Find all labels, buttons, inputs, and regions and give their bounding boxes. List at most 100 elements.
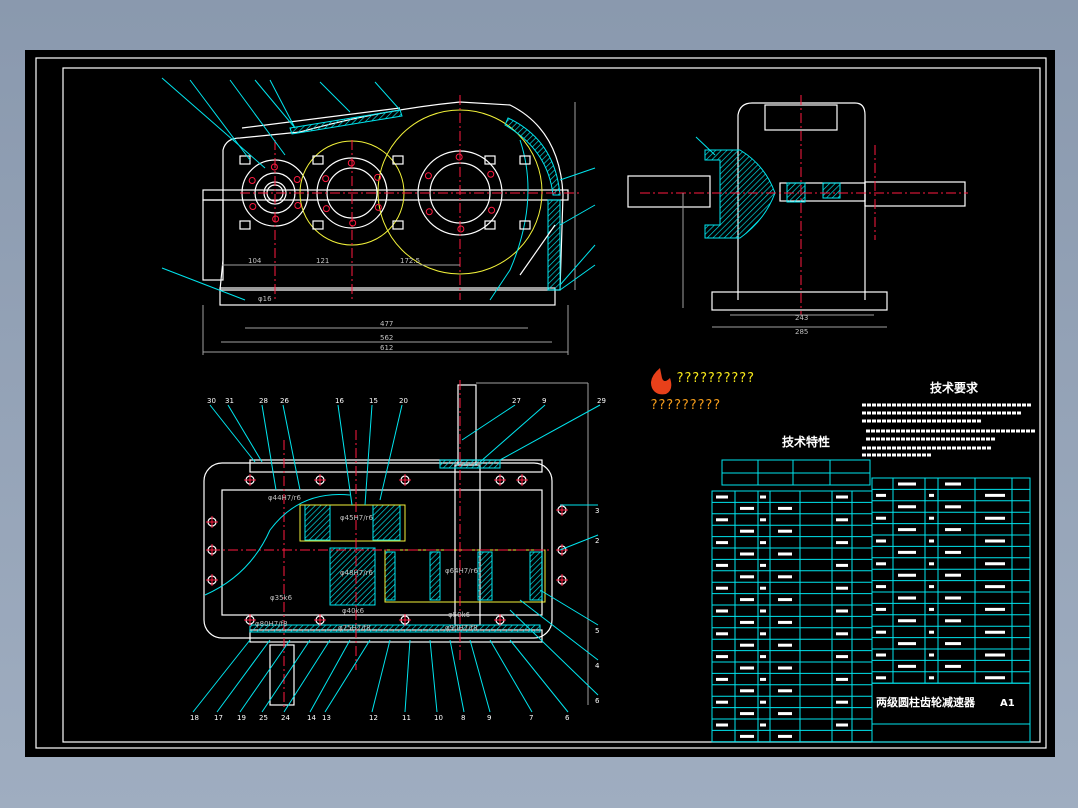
part-number: 20 bbox=[399, 397, 408, 405]
parts-list bbox=[711, 477, 1031, 743]
leader-line bbox=[499, 404, 601, 461]
part-number: 5 bbox=[595, 627, 599, 635]
leader-line bbox=[261, 639, 311, 713]
leader-line bbox=[209, 404, 256, 463]
dim-172-5: 172.5 bbox=[400, 257, 420, 265]
leader-line bbox=[449, 639, 465, 713]
part-number: 26 bbox=[280, 397, 289, 405]
bolt-hole bbox=[322, 205, 330, 213]
dim-104: 104 bbox=[248, 257, 262, 265]
part-number: 28 bbox=[259, 397, 268, 405]
fit-45: φ45H7/r6 bbox=[340, 514, 373, 522]
bolt-hole bbox=[248, 177, 256, 185]
part-number: 14 bbox=[307, 714, 316, 722]
leader-line bbox=[429, 639, 438, 713]
logo-text-line2: ????????? bbox=[650, 398, 720, 413]
leader-line bbox=[283, 639, 331, 713]
part-number: 17 bbox=[214, 714, 223, 722]
fit-48: φ48H7/r6 bbox=[340, 569, 373, 577]
bolt-hole bbox=[455, 153, 463, 161]
bolt-hole bbox=[457, 225, 465, 233]
dim-562: 562 bbox=[380, 334, 393, 342]
part-number: 31 bbox=[225, 397, 234, 405]
bolt-hole bbox=[294, 201, 302, 209]
leader-line bbox=[559, 534, 599, 551]
dim-121: 121 bbox=[316, 257, 329, 265]
leader-line bbox=[261, 404, 277, 491]
dim-285: 285 bbox=[795, 328, 808, 336]
bolt-hole bbox=[488, 206, 496, 214]
part-number: 9 bbox=[487, 714, 491, 722]
bolt-hole bbox=[293, 175, 301, 183]
title-block bbox=[871, 682, 1031, 743]
part-number: 16 bbox=[335, 397, 344, 405]
logo-text-line1: ?????????? bbox=[676, 371, 754, 386]
leader-line bbox=[461, 404, 516, 441]
drawing-sheet: 104 121 172.5 φ16 477 562 612 243 285 φ4… bbox=[25, 50, 1055, 757]
part-number: 25 bbox=[259, 714, 268, 722]
part-number: 18 bbox=[190, 714, 199, 722]
tech-requirements-text bbox=[862, 403, 1036, 457]
part-number: 4 bbox=[595, 662, 600, 670]
leader-line bbox=[379, 404, 403, 501]
dim-phi16: φ16 bbox=[258, 295, 272, 303]
leader-line bbox=[539, 589, 599, 626]
fit-80: φ80H7/f8 bbox=[255, 620, 288, 628]
bolt-hole bbox=[322, 175, 330, 183]
leader-line bbox=[404, 639, 411, 713]
leader-line bbox=[509, 639, 569, 713]
bolt bbox=[239, 220, 251, 230]
part-number: 10 bbox=[434, 714, 443, 722]
dim-243: 243 bbox=[795, 314, 808, 322]
fit-90: φ90H7/f8 bbox=[445, 624, 478, 632]
part-number: 7 bbox=[529, 714, 533, 722]
fit-50: φ50k6 bbox=[448, 611, 471, 619]
leader-line bbox=[192, 639, 251, 713]
bolt-hole bbox=[349, 219, 357, 227]
bolt-hole bbox=[487, 170, 495, 178]
fit-75: φ75H7/f8 bbox=[338, 624, 371, 632]
drawing-title: 两级圆柱齿轮减速器 bbox=[876, 695, 976, 709]
part-number: 2 bbox=[595, 537, 599, 545]
fit-40: φ40k6 bbox=[342, 607, 365, 615]
part-number: 8 bbox=[461, 714, 465, 722]
part-number: 19 bbox=[237, 714, 246, 722]
leader-line bbox=[371, 639, 391, 713]
sheet-size: A1 bbox=[1000, 698, 1015, 709]
logo: ?????????? ????????? bbox=[650, 368, 754, 413]
part-number: 11 bbox=[402, 714, 411, 722]
bolt-hole bbox=[425, 208, 433, 216]
part-number: 9 bbox=[542, 397, 546, 405]
fit-44: φ44H7/r6 bbox=[268, 494, 301, 502]
tech-specs-table bbox=[721, 459, 871, 486]
part-number: 15 bbox=[369, 397, 378, 405]
part-number: 27 bbox=[512, 397, 521, 405]
dim-477: 477 bbox=[380, 320, 393, 328]
part-number: 24 bbox=[281, 714, 290, 722]
leader-line bbox=[216, 639, 271, 713]
fit-35: φ35k6 bbox=[270, 594, 293, 602]
outer-frame bbox=[35, 57, 1047, 749]
leader-line bbox=[489, 639, 533, 713]
side-view: 243 285 bbox=[627, 95, 968, 336]
leader-line bbox=[309, 639, 351, 713]
bolt bbox=[312, 220, 324, 230]
leader-line bbox=[239, 639, 291, 713]
leader-line bbox=[324, 639, 371, 713]
part-number: 6 bbox=[595, 697, 600, 705]
fit-64: φ64H7/r6 bbox=[445, 567, 478, 575]
part-number: 29 bbox=[597, 397, 606, 405]
leader-line bbox=[469, 639, 491, 713]
part-number: 12 bbox=[369, 714, 378, 722]
front-view: 104 121 172.5 φ16 477 562 612 bbox=[161, 77, 596, 355]
bolt-hole bbox=[272, 215, 280, 223]
part-number: 13 bbox=[322, 714, 331, 722]
bolt-hole bbox=[270, 163, 278, 171]
leader-line bbox=[282, 404, 301, 491]
bolt-hole bbox=[249, 203, 257, 211]
cad-drawing: 104 121 172.5 φ16 477 562 612 243 285 φ4… bbox=[35, 57, 1047, 749]
part-number: 3 bbox=[595, 507, 599, 515]
bolt-hole bbox=[347, 159, 355, 167]
tech-requirements-heading: 技术要求 bbox=[930, 380, 979, 395]
tech-specs-heading: 技术特性 bbox=[782, 434, 830, 449]
